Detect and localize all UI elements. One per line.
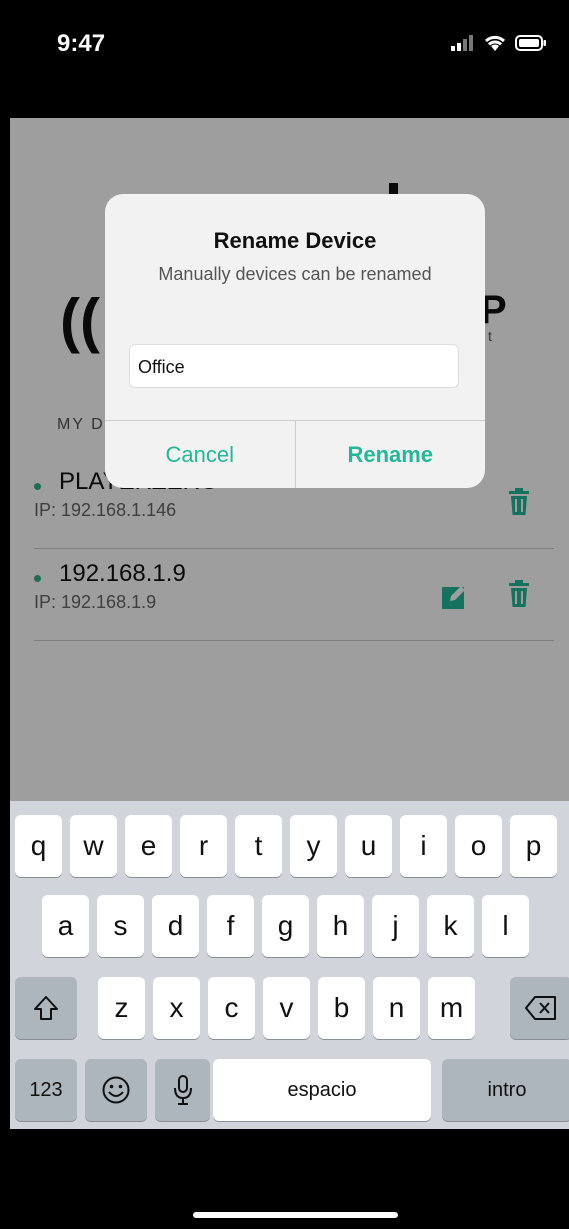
home-indicator: [193, 1212, 398, 1218]
key-v[interactable]: v: [263, 977, 310, 1039]
key-h[interactable]: h: [317, 895, 364, 957]
key-l[interactable]: l: [482, 895, 529, 957]
rename-dialog: Rename Device Manually devices can be re…: [105, 194, 485, 488]
key-n[interactable]: n: [373, 977, 420, 1039]
key-m[interactable]: m: [428, 977, 475, 1039]
microphone-icon: [173, 1075, 192, 1105]
key-s[interactable]: s: [97, 895, 144, 957]
key-k[interactable]: k: [427, 895, 474, 957]
key-a[interactable]: a: [42, 895, 89, 957]
emoji-key[interactable]: [85, 1059, 147, 1121]
device-name-input[interactable]: Office: [129, 344, 459, 388]
dialog-title: Rename Device: [213, 228, 377, 253]
key-y[interactable]: y: [290, 815, 337, 877]
key-u[interactable]: u: [345, 815, 392, 877]
shift-icon: [34, 996, 58, 1020]
key-b[interactable]: b: [318, 977, 365, 1039]
emoji-icon: [102, 1076, 130, 1104]
dialog-message: Manually devices can be renamed: [158, 264, 432, 284]
dictation-key[interactable]: [155, 1059, 210, 1121]
return-key[interactable]: intro: [442, 1059, 569, 1121]
key-c[interactable]: c: [208, 977, 255, 1039]
key-t[interactable]: t: [235, 815, 282, 877]
cancel-button[interactable]: Cancel: [105, 421, 295, 488]
battery-icon: [515, 35, 546, 51]
numbers-key[interactable]: 123: [15, 1059, 77, 1121]
key-d[interactable]: d: [152, 895, 199, 957]
key-x[interactable]: x: [153, 977, 200, 1039]
backspace-icon: [525, 996, 556, 1020]
key-f[interactable]: f: [207, 895, 254, 957]
backspace-key[interactable]: [510, 977, 569, 1039]
space-key[interactable]: espacio: [213, 1059, 431, 1121]
key-r[interactable]: r: [180, 815, 227, 877]
key-g[interactable]: g: [262, 895, 309, 957]
status-time: 9:47: [57, 30, 106, 57]
shift-key[interactable]: [15, 977, 77, 1039]
key-q[interactable]: q: [15, 815, 62, 877]
dialog-buttons: Cancel Rename: [105, 420, 485, 488]
signal-icon: [451, 35, 473, 51]
wifi-icon: [484, 35, 506, 51]
rename-button[interactable]: Rename: [294, 421, 486, 488]
key-z[interactable]: z: [98, 977, 145, 1039]
key-o[interactable]: o: [455, 815, 502, 877]
status-bar: 9:47: [0, 0, 569, 90]
key-j[interactable]: j: [372, 895, 419, 957]
key-e[interactable]: e: [125, 815, 172, 877]
key-w[interactable]: w: [70, 815, 117, 877]
status-icons: [451, 34, 547, 52]
key-i[interactable]: i: [400, 815, 447, 877]
keyboard: q w e r t y u i o p a s d f g h j k l z …: [10, 801, 569, 1129]
key-p[interactable]: p: [510, 815, 557, 877]
